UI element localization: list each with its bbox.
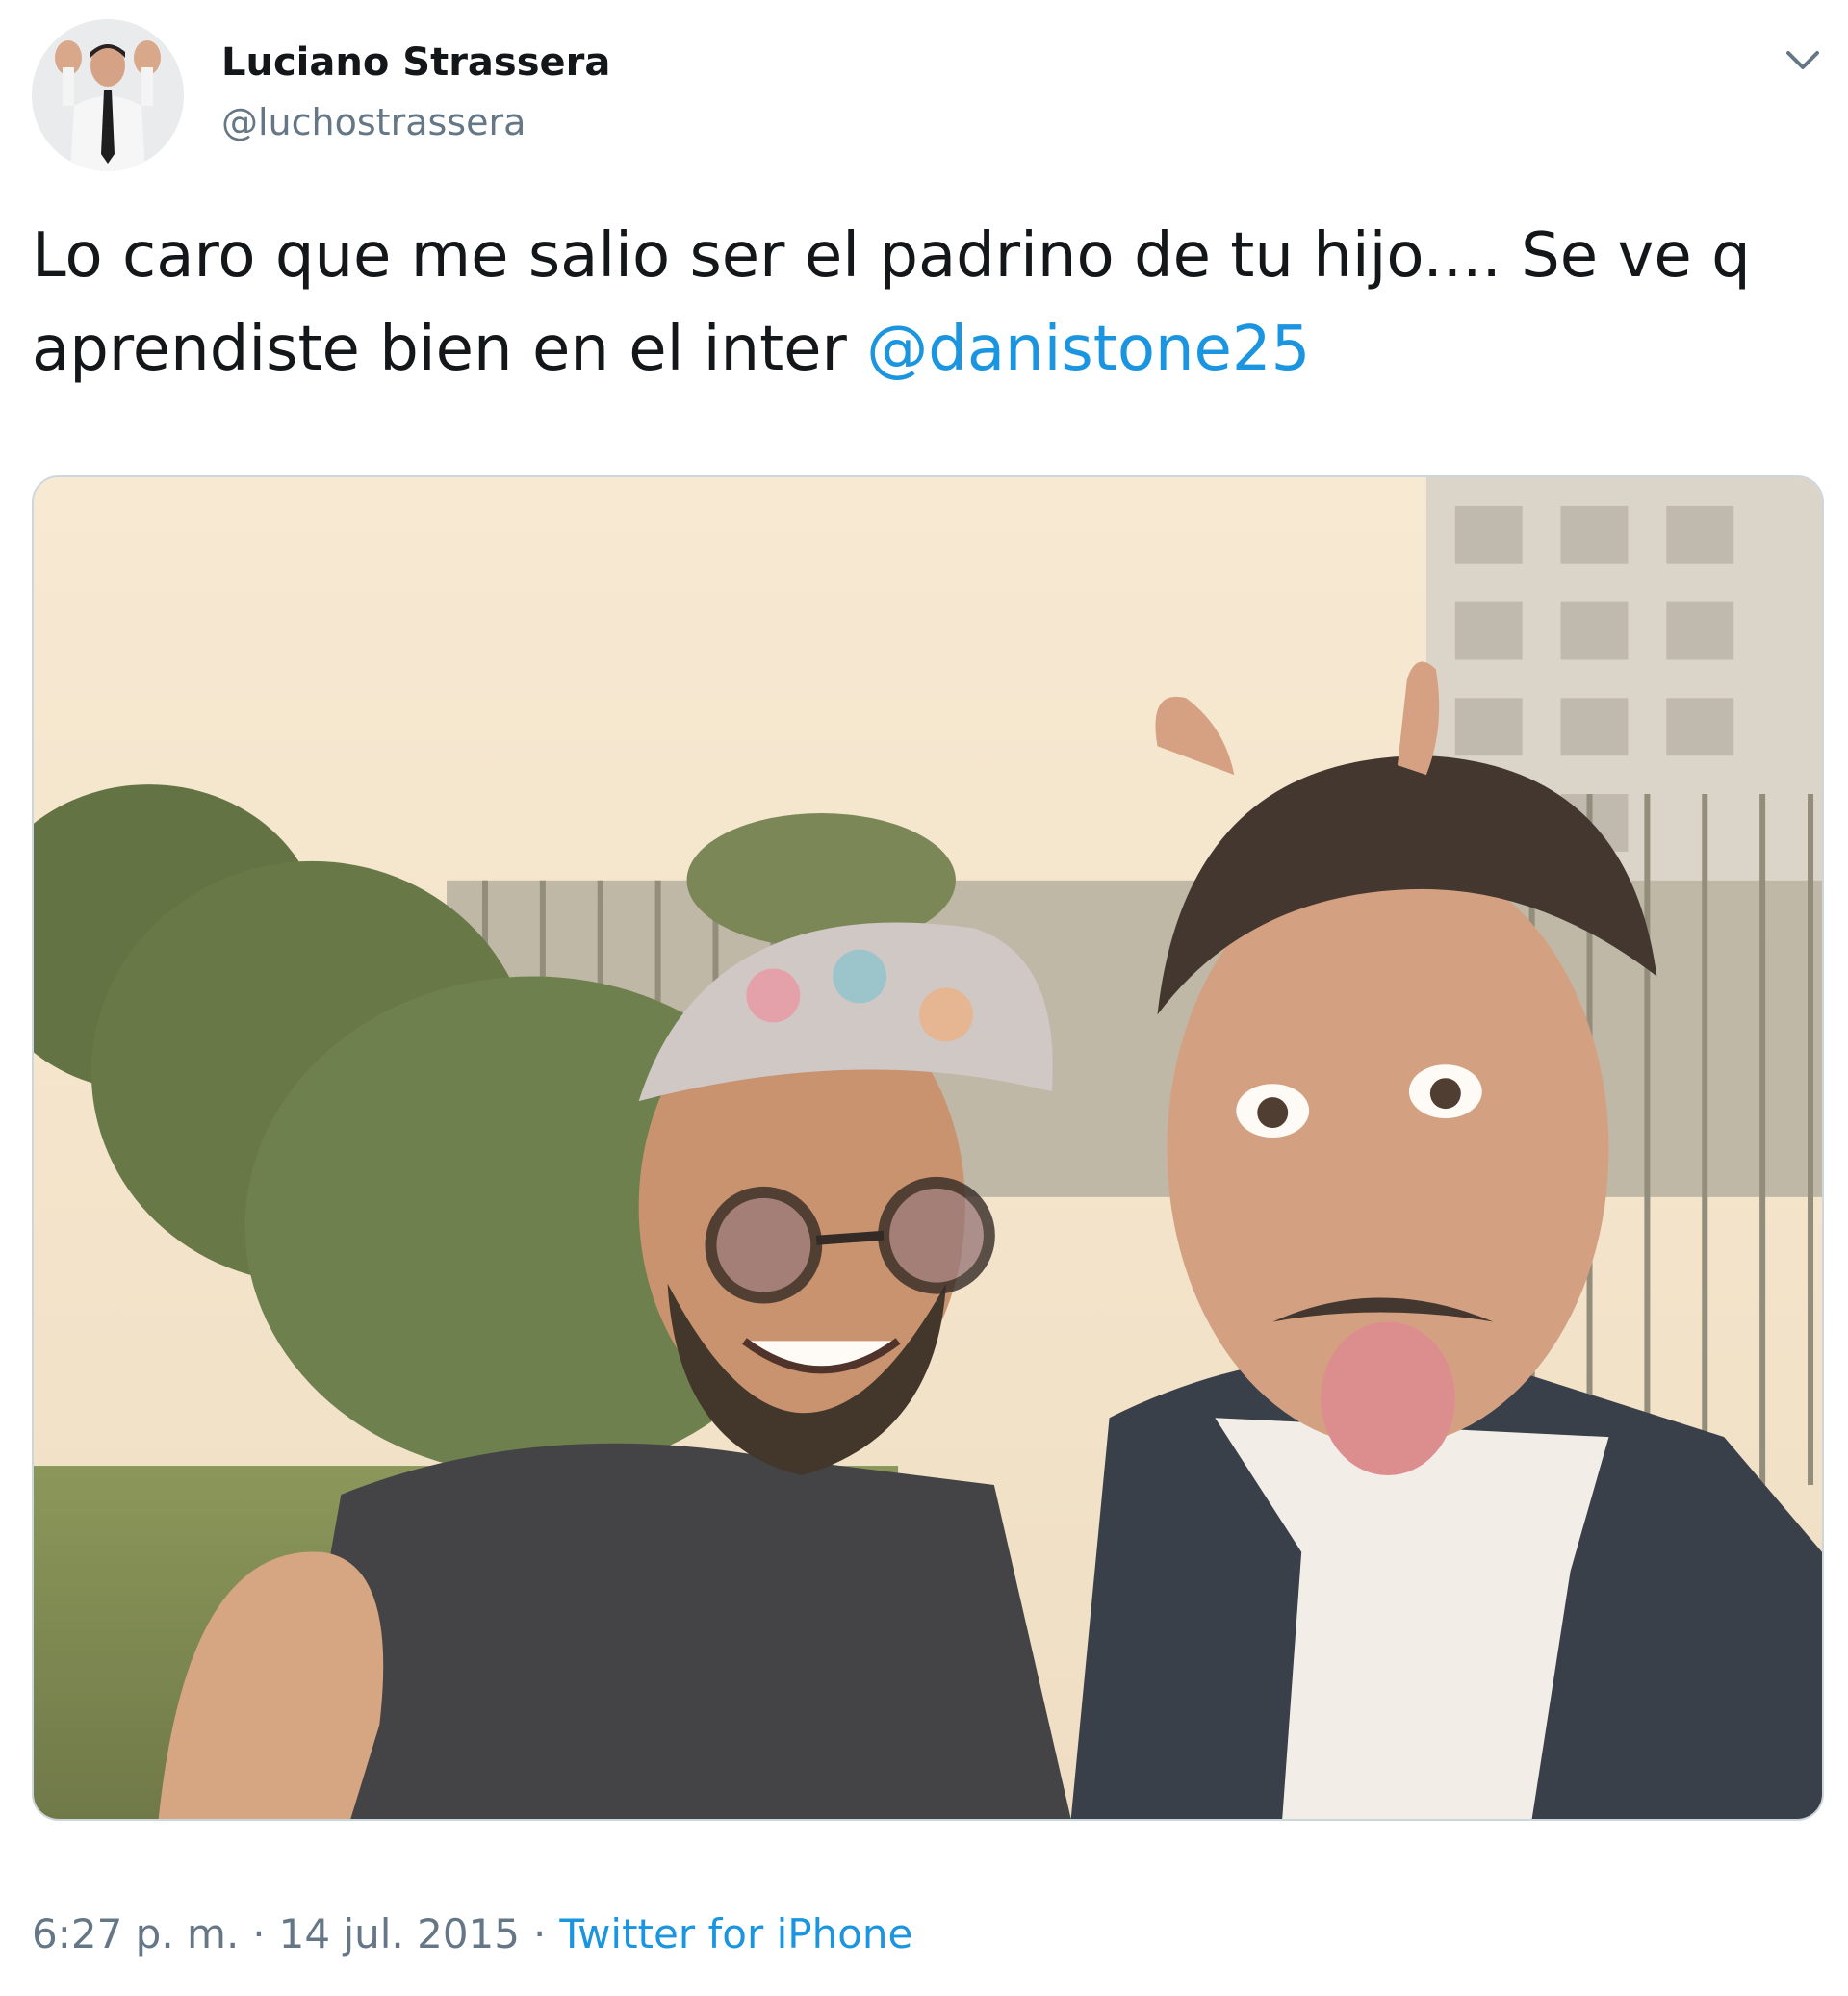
- tweet-text-line-2-prefix: aprendiste bien en el inter: [32, 314, 867, 385]
- photo-image: [34, 477, 1822, 1819]
- meta-separator: ·: [252, 1910, 266, 1958]
- author-info: Luciano Strassera @luchostrassera: [221, 38, 610, 146]
- mention-link[interactable]: @danistone25: [866, 314, 1310, 385]
- tweet-text-line-1: Lo caro que me salio ser el padrino de t…: [32, 220, 1751, 292]
- author-handle[interactable]: @luchostrassera: [221, 98, 610, 146]
- tweet-meta: 6:27 p. m. · 14 jul. 2015 · Twitter for iPho…: [32, 1907, 912, 1961]
- meta-separator: ·: [533, 1910, 547, 1958]
- tweet-photo[interactable]: [32, 475, 1824, 1821]
- tweet-time[interactable]: 6:27 p. m.: [32, 1910, 239, 1958]
- tweet: Luciano Strassera @luchostrassera Lo car…: [0, 0, 1848, 1996]
- tweet-text-line-2: aprendiste bien en el inter @danistone25: [32, 303, 1822, 397]
- avatar-image: [32, 19, 184, 171]
- author-display-name[interactable]: Luciano Strassera: [221, 38, 610, 87]
- tweet-date[interactable]: 14 jul. 2015: [279, 1910, 520, 1958]
- author-avatar[interactable]: [32, 19, 184, 171]
- tweet-source-link[interactable]: Twitter for iPhone: [559, 1910, 912, 1958]
- tweet-text: Lo caro que me salio ser el padrino de t…: [32, 210, 1822, 397]
- chevron-down-icon[interactable]: [1781, 38, 1825, 83]
